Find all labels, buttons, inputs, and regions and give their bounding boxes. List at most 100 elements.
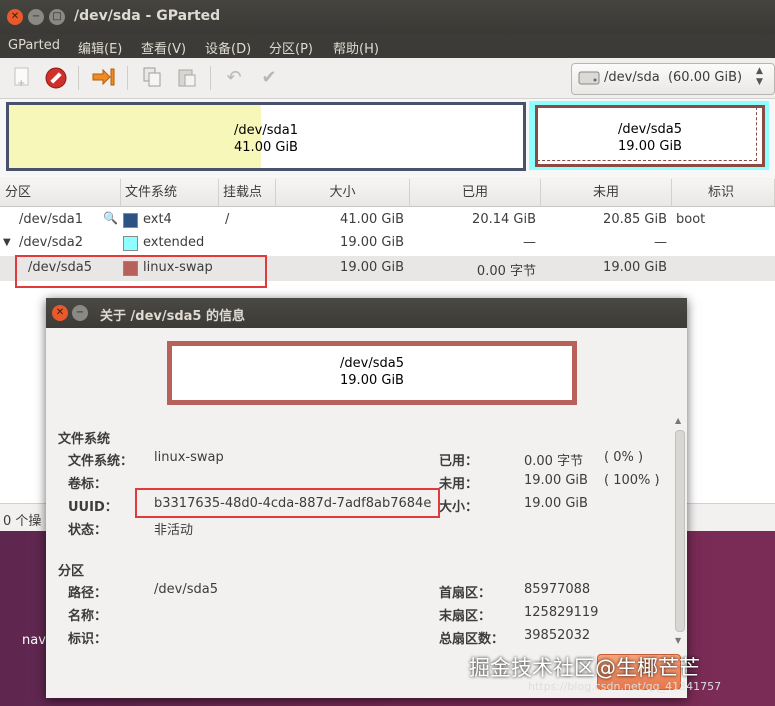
dialog-partition-graph: /dev/sda5 19.00 GiB (167, 341, 577, 405)
size-label: 大小： (439, 500, 479, 515)
col-header-unused[interactable]: 未用 (541, 179, 672, 207)
dialog-close-icon[interactable]: ✕ (52, 305, 68, 321)
graph-sda5-selection (537, 107, 757, 161)
name-label: 名称： (68, 609, 108, 624)
path-value: /dev/sda5 (154, 582, 218, 597)
graph-partition-sda1[interactable]: /dev/sda1 41.00 GiB (6, 102, 526, 171)
harddisk-icon (578, 68, 600, 92)
col-header-size[interactable]: 大小 (276, 179, 410, 207)
col-header-partition[interactable]: 分区 (0, 179, 121, 207)
menu-help[interactable]: 帮助(H) (333, 38, 379, 57)
col-header-flags[interactable]: 标识 (672, 179, 775, 207)
resize-move-icon[interactable] (91, 66, 117, 90)
chevron-updown-icon: ▲ ▼ (756, 66, 763, 87)
fs-value: linux-swap (154, 450, 224, 465)
title-bar: ✕ − □ /dev/sda - GParted (0, 0, 775, 34)
fs-section-heading: 文件系统 (58, 432, 111, 447)
cell-used: 0.00 字节 (476, 264, 536, 279)
partition-section-heading: 分区 (58, 564, 85, 579)
menu-bar: GParted 编辑(E) 查看(V) 设备(D) 分区(P) 帮助(H) (0, 34, 775, 58)
highlight-box-uuid (135, 488, 440, 518)
menu-gparted[interactable]: GParted (8, 38, 60, 53)
size-value: 19.00 GiB (524, 496, 588, 511)
cell-partition: /dev/sda1 (19, 212, 83, 227)
device-selector[interactable]: /dev/sda (60.00 GiB) ▲ ▼ (571, 63, 775, 95)
cell-unused: 20.85 GiB (603, 212, 667, 227)
dialog-scrollbar[interactable]: ▲ ▼ (673, 416, 685, 648)
col-header-mountpoint[interactable]: 挂载点 (219, 179, 276, 207)
cell-flags: boot (676, 212, 706, 227)
flags-label: 标识： (68, 632, 108, 647)
menu-partition[interactable]: 分区(P) (269, 38, 313, 57)
dialog-graph-size: 19.00 GiB (340, 373, 404, 388)
cell-unused: 19.00 GiB (603, 260, 667, 275)
used-percent: ( 0% ) (604, 450, 644, 465)
unused-percent: ( 100% ) (604, 473, 660, 488)
last-sector-label: 末扇区： (439, 609, 492, 624)
cell-size: 19.00 GiB (340, 235, 404, 250)
cell-unused: — (654, 235, 667, 250)
fs-label: 文件系统： (68, 454, 134, 469)
table-row[interactable]: /dev/sda1 🔍 ext4 / 41.00 GiB 20.14 GiB 2… (0, 209, 775, 232)
graph-sda1-name: /dev/sda1 (234, 123, 298, 138)
first-sector-value: 85977088 (524, 582, 591, 597)
expander-down-icon[interactable]: ▼ (3, 237, 11, 248)
cell-size: 19.00 GiB (340, 260, 404, 275)
desktop-text: nav (22, 633, 46, 648)
dialog-title: 关于 /dev/sda5 的信息 (100, 309, 246, 324)
undo-icon[interactable]: ↶ (221, 66, 247, 90)
dialog-minimize-icon[interactable]: − (72, 305, 88, 321)
cell-filesystem: extended (143, 235, 205, 250)
volume-label: 卷标： (68, 477, 108, 492)
cell-used: 20.14 GiB (472, 212, 536, 227)
graph-sda1-size: 41.00 GiB (234, 140, 298, 155)
first-sector-label: 首扇区： (439, 586, 492, 601)
close-window-icon[interactable]: ✕ (7, 9, 23, 25)
uuid-label: UUID： (68, 500, 118, 515)
cell-mountpoint: / (225, 212, 230, 227)
col-header-filesystem[interactable]: 文件系统 (121, 179, 219, 207)
dialog-title-bar: ✕ − 关于 /dev/sda5 的信息 (46, 298, 687, 328)
key-icon: 🔍 (103, 211, 118, 225)
state-value: 非活动 (154, 523, 194, 538)
new-partition-icon[interactable]: + (9, 66, 35, 90)
fs-color-swatch (123, 236, 138, 251)
cell-partition: /dev/sda2 (19, 235, 83, 250)
status-text: 0 个操 (3, 514, 42, 529)
state-label: 状态： (68, 523, 108, 538)
scrollbar-thumb[interactable] (675, 430, 685, 632)
watermark-text: 掘金技术社区@生椰芒芒 (469, 656, 700, 680)
menu-device[interactable]: 设备(D) (205, 38, 251, 57)
path-label: 路径： (68, 586, 108, 601)
total-sectors-value: 39852032 (524, 628, 591, 643)
svg-text:+: + (17, 78, 25, 88)
menu-view[interactable]: 查看(V) (141, 38, 186, 57)
delete-icon[interactable] (43, 66, 69, 90)
cell-filesystem: ext4 (143, 212, 172, 227)
toolbar: + ↶ ✔ /dev/sda (60.00 GiB) ▲ ▼ (0, 58, 775, 99)
partition-info-dialog: ✕ − 关于 /dev/sda5 的信息 /dev/sda5 19.00 GiB… (46, 298, 687, 698)
copy-icon[interactable] (139, 66, 165, 90)
paste-icon[interactable] (174, 66, 200, 90)
col-header-used[interactable]: 已用 (410, 179, 541, 207)
table-row[interactable]: ▼ /dev/sda2 extended 19.00 GiB — — (0, 232, 775, 255)
highlight-box-row (15, 255, 267, 288)
watermark-url: https://blog.csdn.net/qq_41341757 (528, 680, 722, 693)
dialog-graph-name: /dev/sda5 (340, 356, 404, 371)
window-title: /dev/sda - GParted (74, 8, 221, 24)
total-sectors-label: 总扇区数： (439, 632, 505, 647)
used-value: 0.00 字节 (524, 454, 584, 469)
cell-used: — (523, 235, 536, 250)
scroll-up-icon[interactable]: ▲ (675, 416, 681, 425)
unused-value: 19.00 GiB (524, 473, 588, 488)
apply-icon[interactable]: ✔ (256, 66, 282, 90)
menu-edit[interactable]: 编辑(E) (78, 38, 122, 57)
partition-graph: /dev/sda1 41.00 GiB /dev/sda5 19.00 GiB (0, 99, 775, 178)
cell-size: 41.00 GiB (340, 212, 404, 227)
scroll-down-icon[interactable]: ▼ (675, 636, 681, 645)
minimize-window-icon[interactable]: − (28, 9, 44, 25)
maximize-window-icon[interactable]: □ (49, 9, 65, 25)
last-sector-value: 125829119 (524, 605, 599, 620)
used-label: 已用： (439, 454, 479, 469)
fs-color-swatch (123, 213, 138, 228)
